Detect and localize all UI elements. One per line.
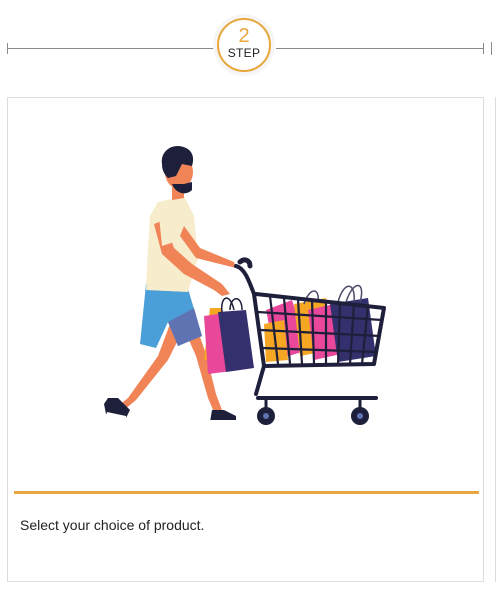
next-step-line-tick [491, 42, 492, 55]
card-divider [14, 491, 479, 494]
step-badge: 2 STEP [217, 18, 271, 72]
shopping-cart-person-illustration [104, 145, 386, 425]
step-line-right [276, 48, 484, 49]
step-line-left [8, 48, 214, 49]
step-stage: 2 STEP Select your choice of product. [0, 0, 497, 602]
step-label: STEP [227, 46, 261, 60]
step-card: Select your choice of product. [7, 97, 484, 582]
step-description: Select your choice of product. [20, 517, 205, 533]
step-line-end-tick [483, 43, 484, 54]
step-number: 2 [238, 25, 250, 47]
